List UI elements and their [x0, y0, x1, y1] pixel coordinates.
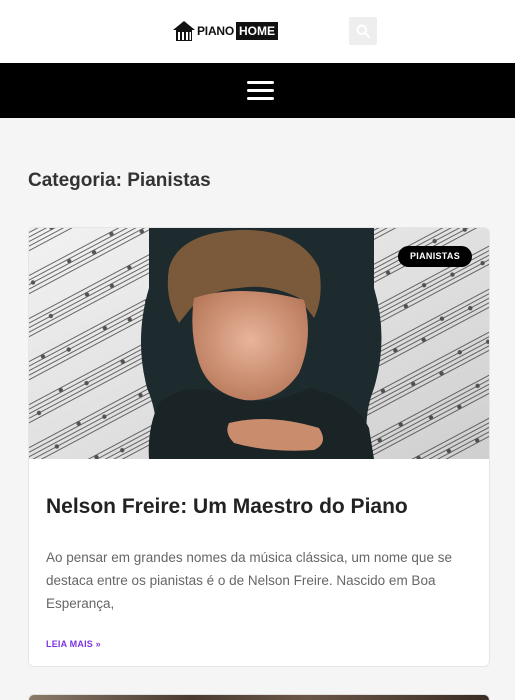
hamburger-menu-icon [246, 80, 274, 84]
site-logo[interactable]: PIANO HOME [172, 20, 279, 42]
post-excerpt: Ao pensar em grandes nomes da música clá… [46, 550, 452, 611]
piano-house-icon [173, 21, 195, 41]
category-badge[interactable]: PIANISTAS [398, 246, 473, 267]
next-post-thumbnail [29, 695, 489, 700]
hamburger-menu-button[interactable] [244, 75, 276, 105]
search-icon [356, 24, 370, 38]
category-title: Categoria: Pianistas [28, 170, 211, 191]
next-post-card[interactable] [28, 694, 490, 700]
post-card: PIANISTAS Nelson Freire: Um Maestro do P… [28, 227, 490, 667]
site-header: PIANO HOME [0, 0, 515, 63]
post-thumbnail[interactable]: PIANISTAS [29, 228, 489, 459]
search-button[interactable] [349, 17, 377, 45]
post-title[interactable]: Nelson Freire: Um Maestro do Piano [46, 494, 476, 519]
logo-piano-text: PIANO [197, 24, 235, 38]
main-nav-bar [0, 63, 515, 118]
read-more-link[interactable]: LEIA MAIS » [46, 639, 101, 649]
logo-home-text: HOME [236, 22, 279, 40]
